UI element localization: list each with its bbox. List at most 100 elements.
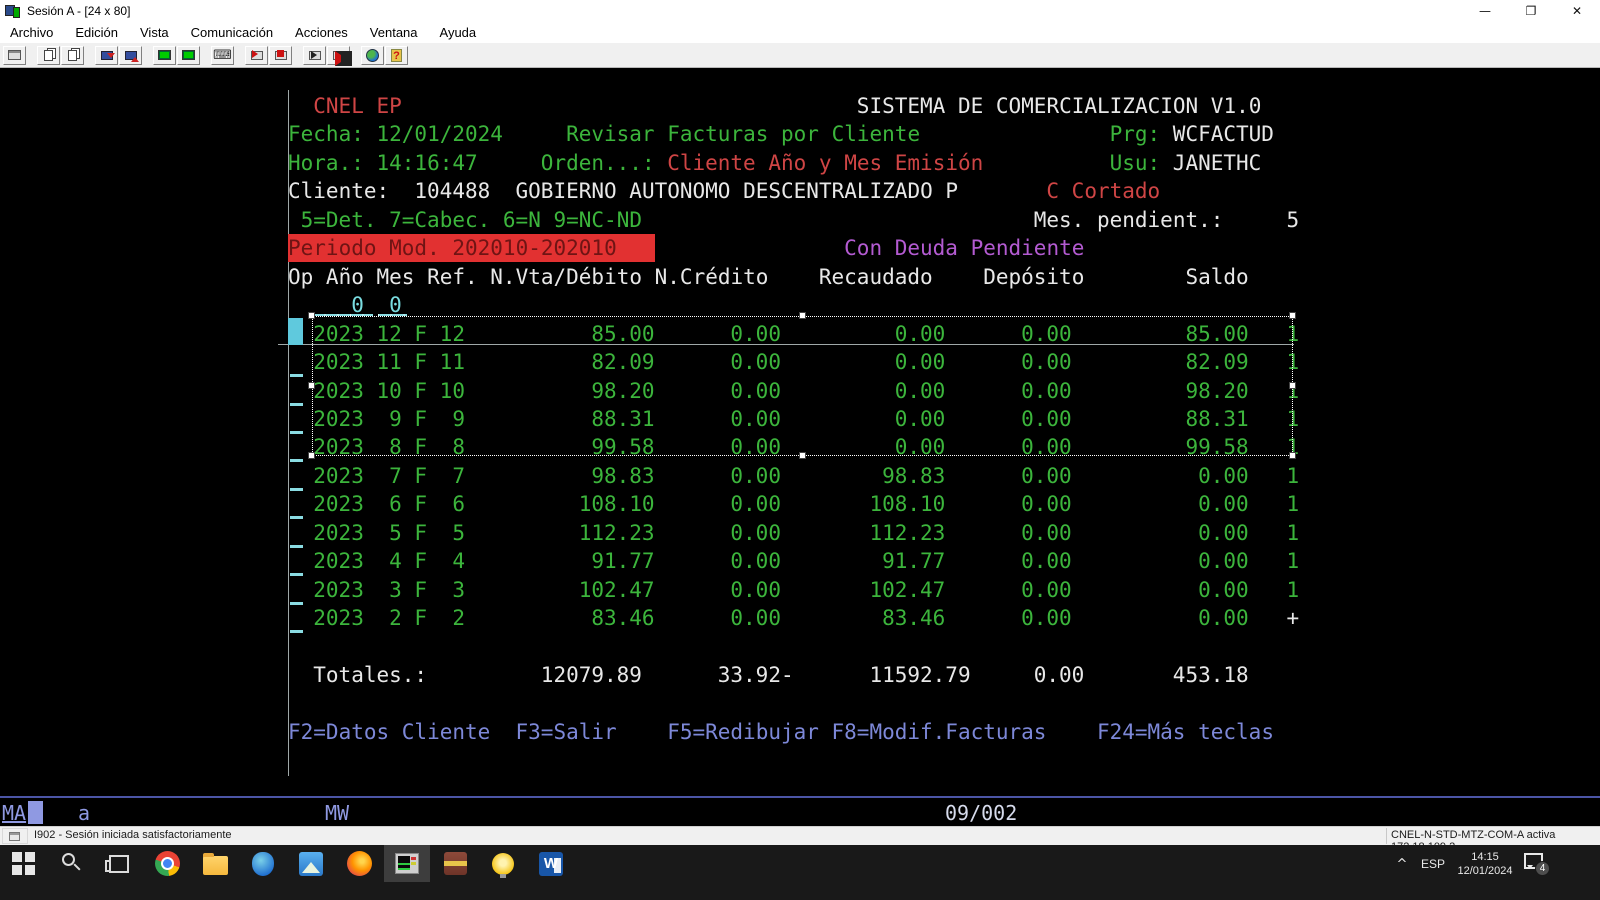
clock-date: 12/01/2024 [1457, 864, 1512, 878]
chrome-icon [155, 851, 180, 876]
action-center-button[interactable]: 4 [1524, 852, 1548, 874]
taskbar-tips[interactable] [480, 845, 526, 882]
selection-handle[interactable] [799, 312, 806, 319]
taskbar-winrar[interactable] [432, 845, 478, 882]
globe-icon [366, 49, 379, 62]
taskbar-word[interactable]: W [528, 845, 574, 882]
selection-handle[interactable] [1289, 312, 1296, 319]
terminal-line-6: Periodo Mod. 202010-202010 Con Deuda Pen… [288, 234, 1600, 262]
menu-comunicacion[interactable]: Comunicación [191, 25, 273, 40]
terminal-line-16: 20235F5112.230.00112.230.000.001 [288, 519, 1600, 547]
help-icon: ? [391, 49, 402, 62]
taskbar-file-explorer[interactable] [192, 845, 238, 882]
op-field-dash[interactable] [290, 374, 303, 377]
app-icon [5, 5, 21, 18]
play-macro-button[interactable] [303, 46, 326, 65]
maximize-button[interactable]: ❐ [1508, 0, 1554, 22]
taskbar-photos[interactable] [288, 845, 334, 882]
selection-rectangle[interactable] [312, 316, 1293, 456]
clock-time: 14:15 [1471, 850, 1499, 864]
display-setup-button[interactable] [3, 46, 26, 65]
selection-handle[interactable] [308, 312, 315, 319]
terminal-line-15: 20236F6108.100.00108.100.000.001 [288, 490, 1600, 518]
start-button[interactable] [0, 845, 46, 882]
taskbar: W ^ ESP 14:15 12/01/2024 4 [0, 845, 1600, 900]
window-title: Sesión A - [24 x 80] [27, 4, 130, 18]
color-map-button[interactable] [153, 46, 176, 65]
receive-file-icon [125, 51, 137, 60]
terminal-line-2: Fecha: 12/01/2024Revisar Facturas por Cl… [288, 120, 1600, 148]
close-button[interactable]: ✕ [1554, 0, 1600, 22]
firefox-icon [347, 851, 372, 876]
op-field-dash[interactable] [290, 602, 303, 605]
op-field-dash[interactable] [290, 573, 303, 576]
selection-handle[interactable] [308, 382, 315, 389]
terminal-line-7: Op Año Mes Ref. N.Vta/Débito N.CréditoRe… [288, 263, 1600, 291]
windows-logo-icon [12, 852, 35, 875]
op-field-dash[interactable] [290, 516, 303, 519]
taskbar-firefox[interactable] [336, 845, 382, 882]
minimize-button[interactable]: — [1462, 0, 1508, 22]
connection-icon [9, 832, 20, 841]
menu-vista[interactable]: Vista [140, 25, 169, 40]
taskbar-antivirus[interactable] [240, 845, 286, 882]
lightbulb-icon [492, 853, 514, 875]
selection-handle[interactable] [308, 452, 315, 459]
menu-edicion[interactable]: Edición [75, 25, 118, 40]
screen-icon [182, 50, 195, 60]
taskbar-terminal-session-active[interactable] [384, 845, 430, 882]
session-connection-info: CNEL-N-STD-MTZ-COM-A activa 172.18.109.2 [1386, 828, 1599, 844]
op-field-dash[interactable] [290, 630, 303, 633]
keyboard-setup-button[interactable]: ⌨ [211, 46, 234, 65]
stop-record-button[interactable] [269, 46, 292, 65]
oia-item: MA [2, 800, 26, 826]
word-icon: W [539, 852, 563, 876]
menu-bar: Archivo Edición Vista Comunicación Accio… [0, 22, 1600, 43]
menu-ayuda[interactable]: Ayuda [440, 25, 477, 40]
op-field-dash[interactable] [290, 488, 303, 491]
send-file-button[interactable] [95, 46, 118, 65]
language-indicator[interactable]: ESP [1416, 849, 1450, 879]
hidden-icons-chevron[interactable]: ^ [1390, 849, 1414, 879]
selection-handle[interactable] [1289, 382, 1296, 389]
terminal-screen[interactable]: CNEL EPSISTEMA DE COMERCIALIZACION V1.0F… [0, 68, 1600, 826]
winrar-icon [444, 852, 467, 875]
menu-acciones[interactable]: Acciones [295, 25, 348, 40]
copy-button[interactable] [37, 46, 60, 65]
play-macro-icon [309, 51, 321, 60]
op-field-dash[interactable] [290, 403, 303, 406]
taskbar-chrome[interactable] [144, 845, 190, 882]
shield-icon [252, 852, 274, 876]
screen-setup-button[interactable] [177, 46, 200, 65]
paste-button[interactable] [61, 46, 84, 65]
menu-archivo[interactable]: Archivo [10, 25, 53, 40]
terminal-line-1: CNEL EPSISTEMA DE COMERCIALIZACION V1.0 [288, 92, 1600, 120]
op-field-dash[interactable] [290, 545, 303, 548]
stop-macro-button[interactable] [327, 46, 350, 65]
selection-handle[interactable] [1289, 452, 1296, 459]
browser-button[interactable] [361, 46, 384, 65]
help-button[interactable]: ? [385, 46, 408, 65]
title-bar: Sesión A - [24 x 80] — ❐ ✕ [0, 0, 1600, 22]
paste-icon [68, 50, 77, 61]
task-view-button[interactable] [96, 845, 142, 882]
receive-file-button[interactable] [119, 46, 142, 65]
op-field-dash[interactable] [290, 431, 303, 434]
selection-handle[interactable] [799, 452, 806, 459]
stop-record-icon [275, 51, 287, 60]
folder-icon [203, 856, 228, 875]
color-map-icon [158, 50, 171, 60]
taskbar-search-button[interactable] [48, 845, 94, 882]
app-window: Sesión A - [24 x 80] — ❐ ✕ Archivo Edici… [0, 0, 1600, 900]
terminal-line-5: 5=Det. 7=Cabec. 6=N 9=NC-NDMes. pendient… [288, 206, 1600, 234]
record-macro-button[interactable] [245, 46, 268, 65]
stop-macro-icon [333, 51, 345, 60]
taskbar-clock[interactable]: 14:15 12/01/2024 [1452, 847, 1518, 881]
status-bar: I902 - Sesión iniciada satisfactoriament… [0, 826, 1600, 845]
connection-status-cell [2, 828, 28, 844]
oia-item: a [78, 800, 90, 826]
menu-ventana[interactable]: Ventana [370, 25, 418, 40]
terminal-line-14: 20237F798.830.0098.830.000.001 [288, 462, 1600, 490]
keyboard-icon: ⌨ [213, 49, 232, 62]
op-field-dash[interactable] [290, 459, 303, 462]
